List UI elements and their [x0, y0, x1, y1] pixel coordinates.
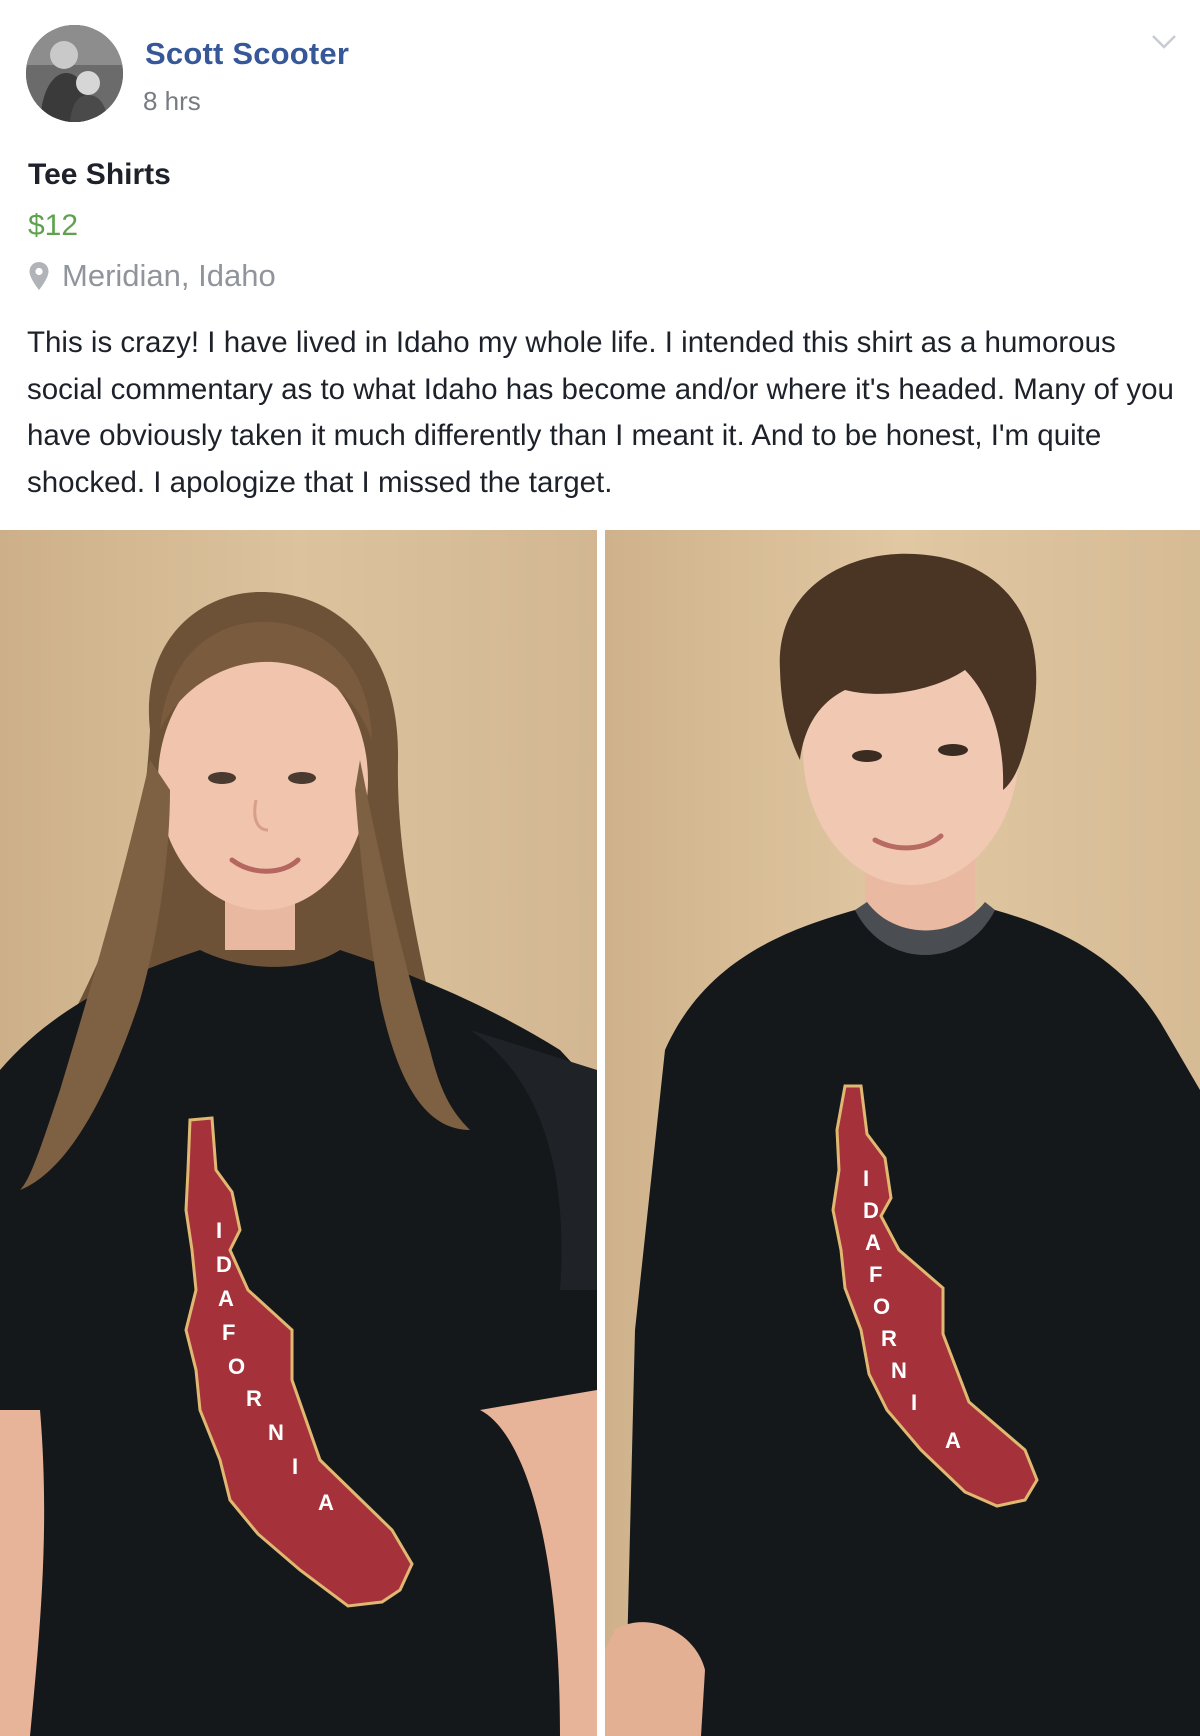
svg-text:F: F	[869, 1262, 882, 1287]
svg-text:D: D	[216, 1252, 232, 1277]
avatar[interactable]	[26, 25, 123, 122]
post-timestamp[interactable]: 8 hrs	[143, 86, 201, 117]
svg-text:I: I	[863, 1166, 869, 1191]
svg-text:N: N	[268, 1420, 284, 1445]
svg-text:D: D	[863, 1198, 879, 1223]
map-pin-icon	[29, 262, 49, 290]
item-title: Tee Shirts	[28, 158, 171, 191]
svg-text:N: N	[891, 1358, 907, 1383]
svg-text:I: I	[911, 1390, 917, 1415]
location-text: Meridian, Idaho	[62, 258, 276, 293]
item-price: $12	[28, 209, 79, 242]
post-header: Scott Scooter 8 hrs	[0, 0, 1200, 130]
svg-text:I: I	[292, 1454, 298, 1479]
svg-text:I: I	[216, 1218, 222, 1243]
svg-text:A: A	[945, 1428, 961, 1453]
svg-text:A: A	[318, 1490, 334, 1515]
svg-text:A: A	[865, 1230, 881, 1255]
chevron-down-icon[interactable]	[1148, 30, 1180, 54]
photo-boy-in-shirt[interactable]: I D A F O R N I A	[605, 530, 1200, 1736]
author-name-link[interactable]: Scott Scooter	[145, 36, 349, 72]
svg-text:F: F	[222, 1320, 235, 1345]
svg-text:R: R	[881, 1326, 897, 1351]
svg-text:O: O	[228, 1354, 245, 1379]
item-location: Meridian, Idaho	[28, 258, 276, 294]
photo-girl-in-shirt[interactable]: I D A F O R N I A	[0, 530, 597, 1736]
svg-text:O: O	[873, 1294, 890, 1319]
photo-grid: I D A F O R N I A I D A F O R N I A	[0, 530, 1200, 1736]
svg-text:R: R	[246, 1386, 262, 1411]
svg-text:A: A	[218, 1286, 234, 1311]
post-body-text: This is crazy! I have lived in Idaho my …	[27, 326, 1174, 499]
